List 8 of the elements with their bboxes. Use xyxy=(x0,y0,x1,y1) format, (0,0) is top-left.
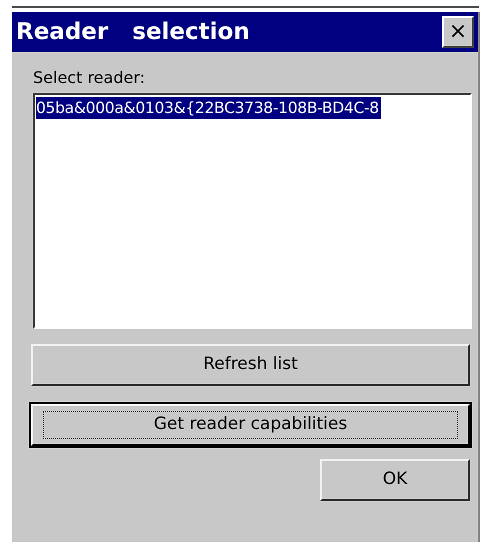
dialog-button[interactable]: Get reader capabilities xyxy=(31,404,470,446)
dialog-button[interactable]: Refresh list xyxy=(31,344,470,386)
reader-list[interactable]: 05ba&000a&0103&{22BC3738-108B-BD4C-8 xyxy=(33,93,472,329)
close-button[interactable]: × xyxy=(442,16,474,48)
dialog-button[interactable]: OK xyxy=(320,459,470,501)
window-title: Reader selection xyxy=(16,18,250,47)
list-label: Select reader: xyxy=(33,67,146,89)
list-item[interactable]: 05ba&000a&0103&{22BC3738-108B-BD4C-8 xyxy=(36,97,381,119)
